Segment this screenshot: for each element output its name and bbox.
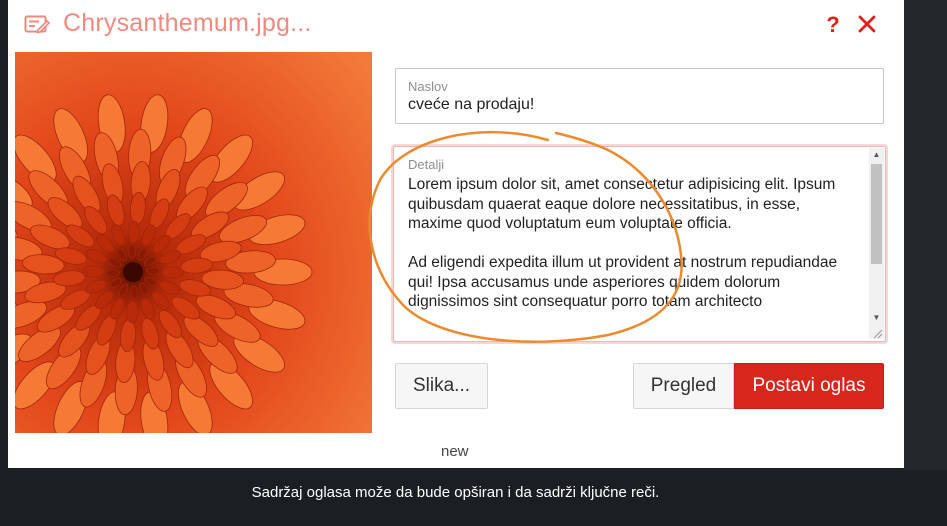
- preview-button[interactable]: Pregled: [633, 363, 734, 409]
- edit-note-icon: [24, 15, 50, 34]
- status-label: new: [441, 443, 469, 460]
- naslov-label: Naslov: [408, 79, 448, 94]
- caption-text: Sadržaj oglasa može da bude opširan i da…: [251, 484, 660, 501]
- flower-center: [123, 262, 143, 282]
- flower-petal: [106, 268, 120, 277]
- post-ad-button[interactable]: Postavi oglas: [734, 363, 884, 409]
- naslov-field[interactable]: Naslov cveće na prodaju!: [395, 68, 884, 124]
- dialog-title: Chrysanthemum.jpg...: [63, 9, 312, 37]
- naslov-input[interactable]: cveće na prodaju!: [408, 96, 534, 114]
- close-icon[interactable]: [857, 14, 877, 34]
- flower-petal: [81, 265, 105, 278]
- detalji-paragraph-2: Ad eligendi expedita illum ut provident …: [408, 254, 838, 310]
- background-panel: [904, 0, 947, 470]
- scrollbar-thumb[interactable]: [871, 164, 882, 264]
- resize-grip-icon[interactable]: [873, 329, 883, 339]
- detalji-label: Detalji: [408, 157, 445, 172]
- help-button[interactable]: ?: [823, 12, 843, 38]
- detalji-scrollbar[interactable]: ▲ ▼: [869, 148, 884, 339]
- image-button[interactable]: Slika...: [395, 363, 488, 409]
- flower-petal: [129, 285, 138, 299]
- detalji-text[interactable]: Lorem ipsum dolor sit, amet consectetur …: [408, 175, 848, 312]
- scroll-up-arrow-icon[interactable]: ▲: [869, 148, 884, 162]
- detalji-paragraph-1: Lorem ipsum dolor sit, amet consectetur …: [408, 176, 836, 232]
- ad-dialog: Chrysanthemum.jpg... ? Naslov cveće na p…: [8, 0, 904, 468]
- flower-petal: [126, 300, 139, 324]
- scroll-down-arrow-icon[interactable]: ▼: [869, 311, 884, 325]
- flower-petal: [127, 220, 140, 244]
- flower-petal: [146, 267, 160, 276]
- flower-petal: [161, 266, 185, 279]
- chrysanthemum-photo: [15, 52, 372, 433]
- dialog-title-bar: Chrysanthemum.jpg... ?: [8, 0, 904, 48]
- flower-petal: [128, 245, 137, 259]
- detalji-textarea[interactable]: Detalji Lorem ipsum dolor sit, amet cons…: [393, 146, 886, 342]
